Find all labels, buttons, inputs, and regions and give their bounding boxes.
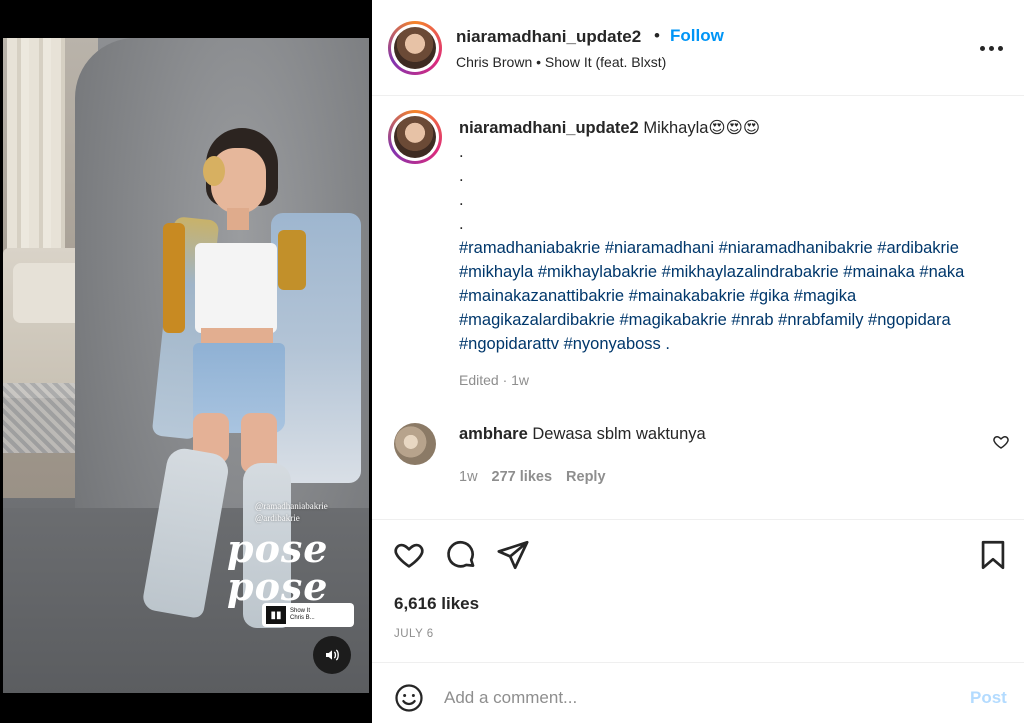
- more-dot: [997, 45, 1003, 51]
- caption-dot: .: [459, 167, 464, 185]
- caption-dot: .: [459, 191, 464, 209]
- post-actions: 6,616 likes JULY 6: [372, 520, 1024, 662]
- caption-dot: .: [459, 215, 464, 233]
- photo-tags: @ramadhaniabakrie @ardibakrie: [255, 500, 328, 524]
- caption-dot: .: [459, 143, 464, 161]
- caption-username[interactable]: niaramadhani_update2: [459, 119, 639, 137]
- share-send-icon[interactable]: [496, 538, 530, 572]
- avatar-image: [394, 116, 436, 158]
- avatar-border: [391, 24, 439, 72]
- comment-meta: 1w 277 likes Reply: [459, 469, 606, 485]
- caption-avatar[interactable]: [388, 110, 442, 164]
- pose-line: pose: [227, 564, 329, 609]
- follow-button[interactable]: Follow: [670, 26, 724, 46]
- figure-jacket-lining: [278, 230, 306, 290]
- caption-text: Mikhayla😍😍😍: [643, 119, 761, 137]
- author-username[interactable]: niaramadhani_update2: [456, 27, 641, 47]
- music-sticker-artist: Chris B...: [290, 615, 315, 621]
- sofa-cushion: [13, 263, 83, 323]
- add-comment-bar: Post: [372, 662, 1024, 723]
- commenter-avatar[interactable]: [394, 423, 436, 465]
- figure-neck: [227, 208, 249, 230]
- pose-sticker: pose pose: [227, 530, 329, 606]
- post-caption: niaramadhani_update2 Mikhayla😍😍😍 . . . .…: [459, 116, 999, 356]
- comment-username[interactable]: ambhare: [459, 425, 528, 443]
- music-sticker-text: Show It Chris B...: [290, 608, 315, 622]
- music-bars-icon: ▮▮: [266, 606, 286, 624]
- comment-likes[interactable]: 277 likes: [492, 469, 552, 485]
- photo-tag: @ramadhaniabakrie: [255, 501, 328, 511]
- sound-toggle-button[interactable]: [313, 636, 351, 674]
- emoji-smile-icon[interactable]: [394, 683, 424, 713]
- comment-time: 1w: [459, 469, 478, 485]
- pose-line: pose: [227, 526, 329, 571]
- save-bookmark-icon[interactable]: [976, 538, 1010, 572]
- post-details-panel: niaramadhani_update2 • Follow Chris Brow…: [372, 0, 1024, 723]
- figure-hair-highlight: [203, 156, 225, 186]
- audio-track-link[interactable]: Chris Brown • Show It (feat. Blxst): [456, 54, 666, 70]
- post-date: JULY 6: [394, 628, 434, 640]
- header-separator: •: [654, 26, 660, 45]
- more-dot: [979, 45, 985, 51]
- avatar-border: [391, 113, 439, 161]
- comments-section[interactable]: niaramadhani_update2 Mikhayla😍😍😍 . . . .…: [372, 96, 1024, 520]
- like-heart-icon[interactable]: [392, 538, 426, 572]
- curtain: [7, 38, 65, 278]
- caption-meta: Edited · 1w: [459, 372, 530, 388]
- author-avatar[interactable]: [388, 21, 442, 75]
- caption-hashtags[interactable]: #ramadhaniabakrie #niaramadhani #niarama…: [459, 239, 964, 353]
- avatar-image: [394, 27, 436, 69]
- comment-text: Dewasa sblm waktunya: [532, 425, 706, 443]
- comment: ambhare Dewasa sblm waktunya: [459, 425, 706, 444]
- comment-bubble-icon[interactable]: [444, 538, 478, 572]
- figure-top: [195, 243, 277, 333]
- likes-count[interactable]: 6,616 likes: [394, 594, 479, 614]
- post-photo[interactable]: @ramadhaniabakrie @ardibakrie pose pose: [3, 38, 369, 693]
- speaker-icon: [326, 649, 339, 661]
- photo-tag: @ardibakrie: [255, 513, 300, 523]
- post-comment-button[interactable]: Post: [970, 688, 1007, 708]
- more-options-icon[interactable]: [976, 36, 1006, 60]
- music-sticker-title: Show It: [290, 608, 311, 614]
- more-dot: [988, 45, 994, 51]
- comment-like-heart-icon[interactable]: [992, 433, 1010, 451]
- figure-jacket-lining-left: [163, 223, 185, 333]
- comment-reply-button[interactable]: Reply: [566, 469, 606, 485]
- post-header: niaramadhani_update2 • Follow Chris Brow…: [372, 0, 1024, 96]
- music-sticker: ▮▮ Show It Chris B...: [262, 603, 354, 627]
- post-media[interactable]: @ramadhaniabakrie @ardibakrie pose pose …: [0, 0, 372, 723]
- comment-input[interactable]: [444, 683, 944, 713]
